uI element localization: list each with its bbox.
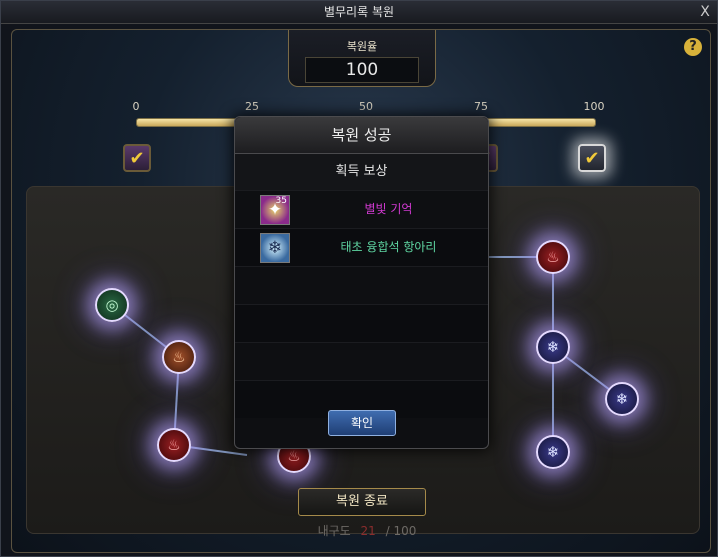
star-node[interactable]: ♨ xyxy=(157,428,191,462)
star-node[interactable]: ♨ xyxy=(536,240,570,274)
window-titlebar: 별무리록 복원 X xyxy=(1,1,717,24)
star-node[interactable]: ◎ xyxy=(95,288,129,322)
milestone-checkbox[interactable]: ✔ xyxy=(123,144,151,172)
rewards-header: 획득 보상 xyxy=(235,154,488,190)
window-title: 별무리록 복원 xyxy=(323,5,395,19)
end-restore-button[interactable]: 복원 종료 xyxy=(298,488,426,516)
snowflake-icon: ❄ xyxy=(546,443,560,461)
durability-readout: 내구도 21 / 100 xyxy=(302,522,432,538)
dialog-title: 복원 성공 xyxy=(235,117,488,154)
reward-row-empty xyxy=(235,304,488,342)
fire-icon: ♨ xyxy=(546,248,560,266)
restore-rate-label: 복원율 xyxy=(346,40,378,53)
restore-window: 별무리록 복원 X ? 복원율 100 0 25 50 75 100 ✔ ✔ ✔ xyxy=(0,0,718,557)
durability-max: 100 xyxy=(393,524,417,538)
reward-name: 별빛 기억 xyxy=(364,202,413,216)
snowflake-icon: ❄ xyxy=(615,390,629,408)
reward-row-empty xyxy=(235,266,488,304)
jar-icon[interactable]: ❄ xyxy=(260,233,290,263)
reward-row: ❄ 태초 융합석 항아리 xyxy=(235,228,488,266)
durability-separator: / xyxy=(385,524,390,538)
restore-success-dialog: 복원 성공 획득 보상 ✦ 35 별빛 기억 ❄ 태초 융합석 항아리 확인 xyxy=(234,116,489,449)
checkmark-icon: ✔ xyxy=(584,147,600,169)
star-node[interactable]: ♨ xyxy=(162,340,196,374)
tick-label: 75 xyxy=(474,100,488,113)
checkmark-icon: ✔ xyxy=(129,147,145,169)
wind-icon: ◎ xyxy=(105,296,119,314)
reward-row: ✦ 35 별빛 기억 xyxy=(235,190,488,228)
star-node[interactable]: ❄ xyxy=(605,382,639,416)
starlight-icon[interactable]: ✦ 35 xyxy=(260,195,290,225)
tick-label: 100 xyxy=(583,100,605,113)
reward-row-empty xyxy=(235,342,488,380)
durability-current: 21 xyxy=(360,524,376,538)
close-icon[interactable]: X xyxy=(697,4,713,20)
fire-icon: ♨ xyxy=(287,447,301,465)
fire-icon: ♨ xyxy=(167,436,181,454)
milestone-checkbox[interactable]: ✔ xyxy=(578,144,606,172)
reward-qty: 35 xyxy=(275,196,287,206)
reward-name: 태초 융합석 항아리 xyxy=(340,240,437,254)
help-icon[interactable]: ? xyxy=(684,38,702,56)
progress-ticks: 0 25 50 75 100 xyxy=(132,100,605,113)
star-node[interactable]: ❄ xyxy=(536,330,570,364)
durability-label: 내구도 xyxy=(317,524,351,538)
confirm-button[interactable]: 확인 xyxy=(328,410,396,436)
snowflake-icon: ❄ xyxy=(546,338,560,356)
restore-rate-value: 100 xyxy=(305,57,419,83)
tick-label: 0 xyxy=(132,100,140,113)
restore-rate-panel: 복원율 100 xyxy=(288,30,436,87)
flame-icon: ♨ xyxy=(172,348,186,366)
tick-label: 25 xyxy=(245,100,259,113)
tick-label: 50 xyxy=(359,100,373,113)
star-node[interactable]: ❄ xyxy=(536,435,570,469)
